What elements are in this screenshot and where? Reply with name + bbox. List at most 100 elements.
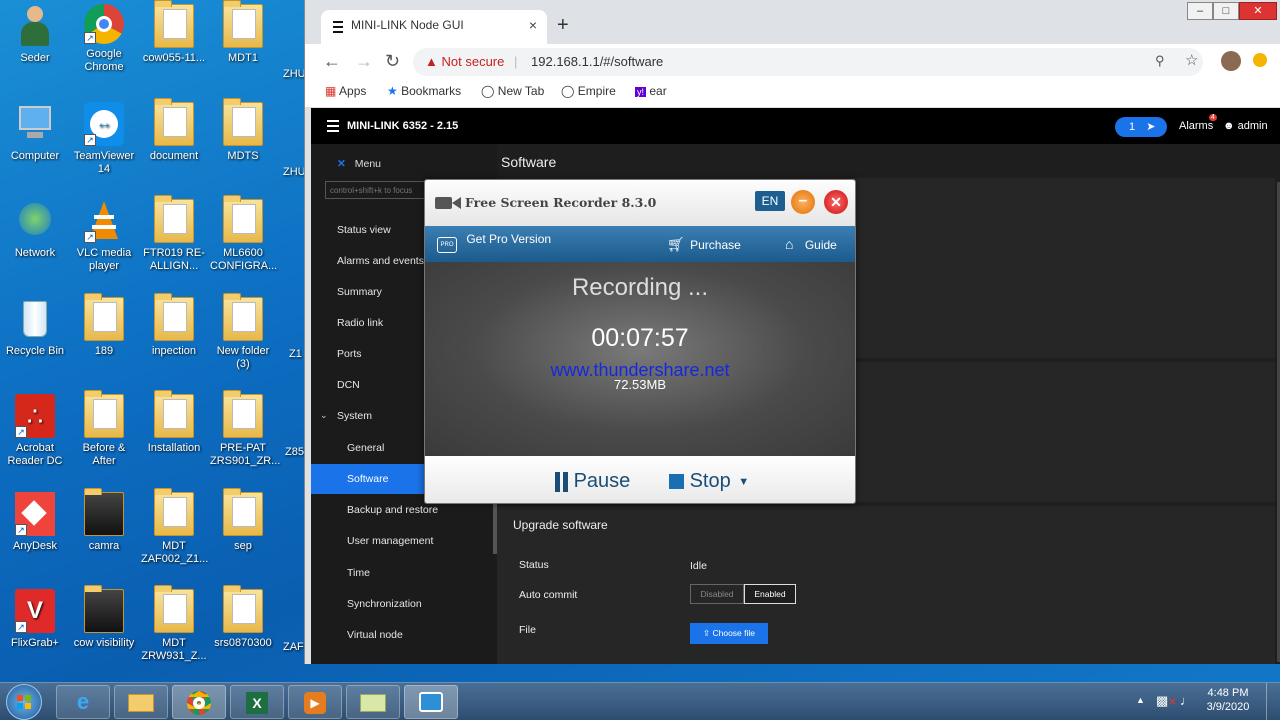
show-desktop-button[interactable] xyxy=(1266,683,1280,720)
new-tab-button[interactable]: + xyxy=(557,14,569,37)
forward-icon[interactable]: → xyxy=(355,51,373,72)
sidebar-item-virtual-node[interactable]: Virtual node xyxy=(347,629,403,641)
sidebar-item-alarms-events[interactable]: Alarms and events xyxy=(337,255,424,267)
menu-toggle[interactable]: ✕ Menu xyxy=(337,158,381,170)
network-status-icon[interactable]: ▩✕ xyxy=(1156,693,1177,709)
minimize-icon[interactable]: – xyxy=(791,190,815,214)
desktop-icon[interactable]: ↔ ↗ TeamViewer 14 xyxy=(71,102,137,176)
clock[interactable]: 4:48 PM 3/9/2020 xyxy=(1206,687,1250,713)
desktop-icon[interactable]: srs0870300 xyxy=(210,585,276,650)
network-icon xyxy=(15,199,55,243)
sidebar-item-system[interactable]: System xyxy=(337,410,372,422)
desktop-icon[interactable]: document xyxy=(141,98,207,163)
sidebar-item-software[interactable]: Software xyxy=(347,473,388,485)
pause-button[interactable]: Pause xyxy=(555,470,630,493)
taskbar-media[interactable]: ▶ xyxy=(288,685,342,719)
desktop-icon[interactable]: camra xyxy=(71,488,137,553)
desktop-icon[interactable]: cow055-11... xyxy=(141,0,207,65)
desktop-icon[interactable]: ↗ Google Chrome xyxy=(71,4,137,74)
desktop-icon[interactable]: Computer xyxy=(2,102,68,163)
sidebar-item-status-view[interactable]: Status view xyxy=(337,224,391,236)
desktop-icon[interactable]: ↗ VLC media player xyxy=(71,199,137,273)
bookmark-bookmarks[interactable]: ★ Bookmarks xyxy=(387,84,461,98)
zoom-icon[interactable]: ⚲ xyxy=(1155,53,1165,69)
update-icon[interactable] xyxy=(1253,53,1267,67)
folder-icon xyxy=(154,0,194,48)
back-icon[interactable]: ← xyxy=(323,51,341,72)
bookmark-ear[interactable]: y! ear xyxy=(635,84,667,98)
language-button[interactable]: EN xyxy=(755,191,785,211)
show-hidden-icons[interactable]: ▲ xyxy=(1136,695,1145,705)
sidebar-item-radio-link[interactable]: Radio link xyxy=(337,317,383,329)
close-icon[interactable]: ✕ xyxy=(824,190,848,214)
sidebar-item-ports[interactable]: Ports xyxy=(337,348,362,360)
bookmark-empire[interactable]: ◯ Empire xyxy=(561,84,616,98)
desktop-icon[interactable]: ∴ ↗ Acrobat Reader DC xyxy=(2,394,68,468)
taskbar-excel[interactable]: X xyxy=(230,685,284,719)
security-label[interactable]: Not secure xyxy=(442,54,505,69)
taskbar-explorer[interactable] xyxy=(114,685,168,719)
volume-icon[interactable]: ♩ xyxy=(1180,693,1193,708)
desktop-icon[interactable]: Seder xyxy=(2,4,68,65)
desktop-icon[interactable]: ML6600 CONFIGRA... xyxy=(210,195,278,273)
sidebar-item-summary[interactable]: Summary xyxy=(337,286,382,298)
bookmark-apps[interactable]: ▦ Apps xyxy=(325,84,366,98)
sidebar-item-backup[interactable]: Backup and restore xyxy=(347,504,438,516)
star-icon[interactable]: ☆ xyxy=(1185,51,1198,69)
disabled-option[interactable]: Disabled xyxy=(690,584,744,604)
taskbar-files[interactable] xyxy=(346,685,400,719)
taskbar-chrome[interactable] xyxy=(172,685,226,719)
purchase-link[interactable]: 🛒︎ Purchase xyxy=(667,236,741,253)
desktop-icon[interactable]: Before & After xyxy=(71,390,137,468)
desktop-icon[interactable]: sep xyxy=(210,488,276,553)
close-tab-icon[interactable]: × xyxy=(529,17,537,33)
sidebar-item-synchronization[interactable]: Synchronization xyxy=(347,598,422,610)
desktop-icon[interactable]: MDT1 xyxy=(210,0,276,65)
alarms-link[interactable]: Alarms 4 xyxy=(1179,114,1217,132)
taskbar-recorder[interactable] xyxy=(404,685,458,719)
desktop-icon[interactable]: FTR019 RE-ALLIGN... xyxy=(141,195,207,273)
stop-button[interactable]: Stop ▼ xyxy=(669,470,749,493)
user-menu[interactable]: ☻ admin xyxy=(1223,120,1268,132)
desktop-icon[interactable]: Network xyxy=(2,199,68,260)
menu-label: Menu xyxy=(354,158,381,170)
desktop-icon[interactable]: Installation xyxy=(141,390,207,455)
url-text[interactable]: 192.168.1.1/#/software xyxy=(531,54,663,69)
desktop-icon-label: ML6600 CONFIGRA... xyxy=(210,247,278,272)
chevron-down-icon[interactable]: ⌄ xyxy=(320,410,328,421)
browser-tab[interactable]: MINI-LINK Node GUI × xyxy=(321,10,547,44)
pro-version-link[interactable]: PRO Get Pro Version xyxy=(437,232,551,253)
sidebar-item-user-management[interactable]: User management xyxy=(347,535,433,547)
close-icon: ✕ xyxy=(337,158,346,170)
desktop-icon[interactable]: 189 xyxy=(71,293,137,358)
omnibox[interactable]: ▲ Not secure | 192.168.1.1/#/software xyxy=(413,48,1203,76)
desktop-icon[interactable]: New folder (3) xyxy=(210,293,276,371)
bookmark-new-tab[interactable]: ◯ New Tab xyxy=(481,84,544,98)
desktop-icon[interactable]: V ↗ FlixGrab+ xyxy=(2,589,68,650)
desktop-icon-label: Google Chrome xyxy=(84,48,124,73)
sidebar-item-dcn[interactable]: DCN xyxy=(337,379,360,391)
guide-link[interactable]: ⌂ Guide xyxy=(785,236,837,252)
desktop-icon[interactable]: ↗ AnyDesk xyxy=(2,492,68,553)
start-button[interactable] xyxy=(6,684,42,720)
taskbar-ie[interactable]: e xyxy=(56,685,110,719)
close-window-button[interactable]: ✕ xyxy=(1239,2,1277,20)
minimize-button[interactable]: – xyxy=(1187,2,1213,20)
maximize-button[interactable]: □ xyxy=(1213,2,1239,20)
desktop-icon[interactable]: MDTS xyxy=(210,98,276,163)
sidebar-item-time[interactable]: Time xyxy=(347,567,370,579)
notification-pill[interactable]: 1 ➤ xyxy=(1115,117,1167,137)
desktop-icon[interactable]: Recycle Bin xyxy=(2,297,68,358)
sidebar-item-general[interactable]: General xyxy=(347,442,384,454)
enabled-option[interactable]: Enabled xyxy=(744,584,796,604)
desktop-icon[interactable]: inpection xyxy=(141,293,207,358)
avatar[interactable] xyxy=(1221,51,1241,71)
desktop-icon[interactable]: MDT ZRW931_Z... xyxy=(141,585,207,663)
desktop-icon[interactable]: MDT ZAF002_Z1... xyxy=(141,488,208,566)
desktop-icon[interactable]: cow visibility xyxy=(71,585,137,650)
desktop-icon[interactable]: PRE-PAT ZRS901_ZR... xyxy=(210,390,280,468)
reload-icon[interactable]: ↻ xyxy=(385,51,400,72)
desktop-icon-label: Before & After xyxy=(82,442,126,467)
caret-down-icon[interactable]: ▼ xyxy=(738,476,749,488)
choose-file-button[interactable]: ⇪ Choose file xyxy=(690,623,768,644)
